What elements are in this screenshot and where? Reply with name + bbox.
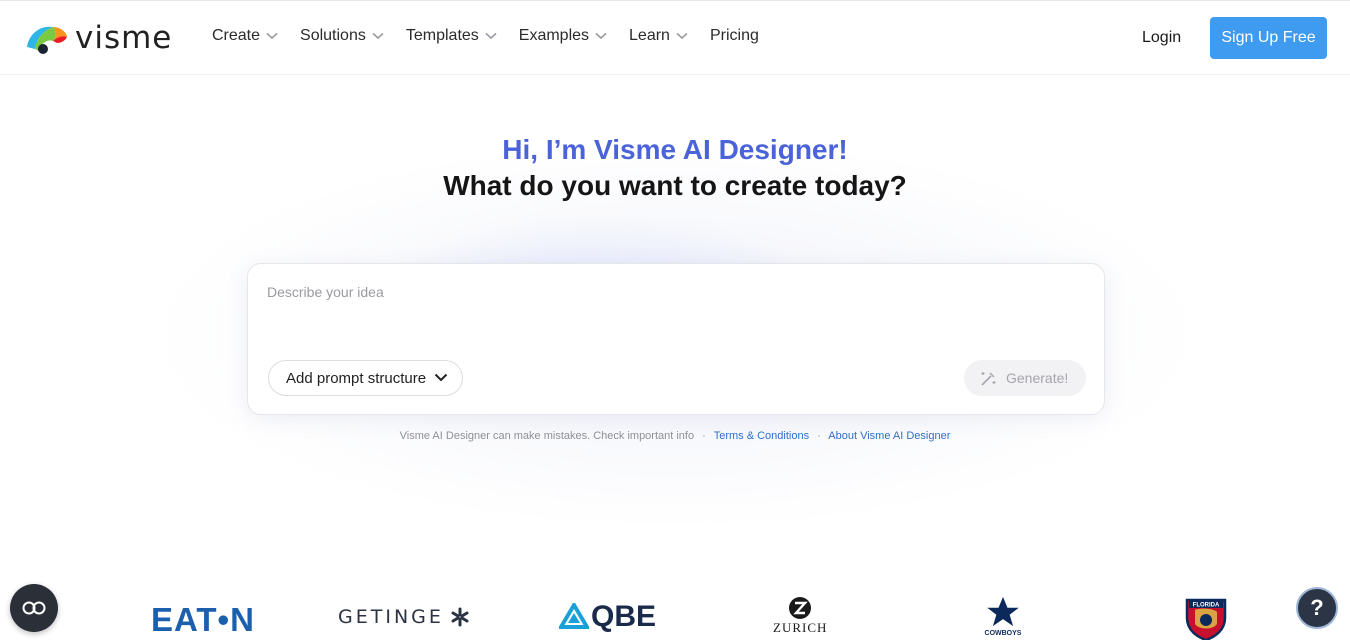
cowboys-star-icon	[983, 594, 1023, 630]
chevron-down-icon	[266, 32, 278, 40]
panthers-crest-text: FLORIDA	[1193, 603, 1220, 609]
qbe-logo-text: QBE	[591, 600, 657, 633]
sign-up-button[interactable]: Sign Up Free	[1210, 17, 1327, 59]
qbe-logo: QBE	[559, 600, 656, 634]
nav-item-learn[interactable]: Learn	[629, 27, 688, 45]
cookie-consent-button[interactable]	[10, 584, 58, 632]
separator: ·	[817, 430, 821, 442]
nav-item-label: Solutions	[300, 27, 366, 44]
nav-item-create[interactable]: Create	[212, 27, 278, 45]
eaton-logo-text: EAT•N	[151, 601, 255, 638]
customer-logos-strip: o EAT•N GETINGE QBE ZURICH COWBOYS	[0, 586, 1350, 640]
zurich-logo-text: ZURICH	[773, 620, 828, 635]
chevron-down-icon	[434, 373, 448, 382]
nav-item-solutions[interactable]: Solutions	[300, 27, 384, 45]
nav-item-label: Learn	[629, 27, 670, 44]
zurich-z-icon	[789, 597, 812, 619]
add-prompt-structure-button[interactable]: Add prompt structure	[268, 360, 463, 396]
prompt-card: Add prompt structure Generate!	[247, 263, 1105, 415]
cowboys-logo-text: COWBOYS	[984, 630, 1022, 637]
generate-button[interactable]: Generate!	[964, 360, 1086, 396]
getinge-logo-text: GETINGE	[338, 606, 444, 628]
nav-item-label: Pricing	[709, 27, 759, 44]
chevron-down-icon	[676, 32, 688, 40]
visme-logo[interactable]: visme	[23, 20, 172, 56]
chevron-down-icon	[595, 32, 607, 40]
terms-conditions-link[interactable]: Terms & Conditions	[714, 430, 809, 442]
chevron-down-icon	[485, 32, 497, 40]
cowboys-logo: COWBOYS	[983, 594, 1023, 637]
florida-panthers-logo: FLORIDA	[1183, 594, 1229, 640]
structure-button-label: Add prompt structure	[286, 369, 427, 387]
visme-logo-icon	[27, 26, 67, 54]
magic-wand-icon	[981, 371, 996, 386]
hero-title: Hi, I’m Visme AI Designer!	[502, 134, 848, 165]
top-navigation-bar: visme Create Solutions Templates Example…	[0, 0, 1350, 74]
nav-item-pricing[interactable]: Pricing	[710, 27, 759, 45]
disclaimer: Visme AI Designer can make mistakes. Che…	[0, 430, 1350, 442]
main-nav: Create Solutions Templates Examples Lear…	[212, 27, 781, 45]
eaton-logo: EAT•N	[151, 601, 255, 639]
getinge-logo: GETINGE	[338, 606, 470, 628]
cookie-settings-icon	[22, 601, 46, 615]
nav-item-examples[interactable]: Examples	[519, 27, 607, 45]
nav-item-label: Create	[212, 27, 261, 44]
qbe-mark-icon	[559, 603, 589, 629]
nav-item-label: Examples	[518, 27, 590, 44]
separator: ·	[702, 430, 706, 442]
disclaimer-text: Visme AI Designer can make mistakes. Che…	[399, 430, 695, 442]
hero-subtitle: What do you want to create today?	[443, 170, 907, 201]
logo-wordmark: visme	[75, 20, 173, 56]
login-link[interactable]: Login	[1142, 29, 1181, 47]
panthers-crest-icon: FLORIDA	[1185, 598, 1227, 640]
chevron-down-icon	[372, 32, 384, 40]
generate-button-label: Generate!	[1006, 370, 1069, 386]
zurich-logo: ZURICH	[773, 596, 827, 636]
nav-item-label: Templates	[405, 27, 479, 44]
about-ai-designer-link[interactable]: About Visme AI Designer	[828, 430, 950, 442]
prompt-input[interactable]	[267, 284, 1087, 324]
nav-item-templates[interactable]: Templates	[406, 27, 497, 45]
help-button[interactable]: ?	[1296, 587, 1338, 629]
getinge-star-icon	[451, 607, 469, 627]
